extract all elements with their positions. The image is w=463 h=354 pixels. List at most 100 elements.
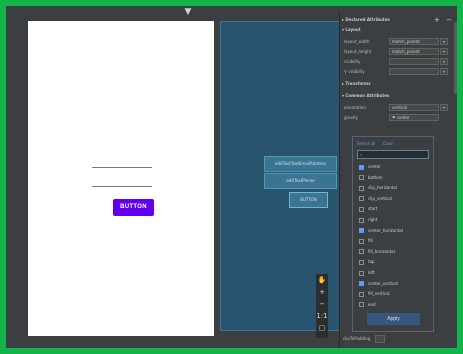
flag-label: center	[368, 164, 381, 169]
layout-width-row: layout_width match_parent ▾	[342, 38, 452, 46]
checkbox-checked-icon[interactable]	[359, 281, 364, 287]
gravity-value: center	[396, 115, 410, 120]
flag-item-left[interactable]: left	[359, 269, 374, 277]
blueprint-button[interactable]: BUTTON	[289, 192, 328, 208]
email-edittext[interactable]	[92, 167, 152, 168]
flag-label: clip_horizontal	[368, 185, 397, 191]
visibility-field[interactable]	[389, 58, 439, 65]
transforms-header[interactable]: ▸ Transforms	[342, 80, 371, 88]
checkbox-icon[interactable]	[359, 259, 364, 265]
common-attributes-header[interactable]: ▾ Common Attributes	[342, 92, 389, 100]
layout-width-field[interactable]: match_parent	[389, 38, 439, 45]
flag-label: start	[368, 206, 378, 212]
checkbox-icon[interactable]	[359, 196, 364, 202]
chevron-down-icon[interactable]: ▾	[440, 58, 448, 65]
fit-icon[interactable]: ▢	[316, 322, 328, 334]
orientation-row: orientation vertical ▾	[342, 104, 452, 112]
flag-label: fill_horizontal	[368, 248, 395, 254]
chevron-down-icon[interactable]: ▾	[440, 48, 448, 55]
checkbox-icon[interactable]	[359, 175, 364, 181]
checkbox-icon[interactable]	[359, 217, 364, 223]
tools-visibility-row: ⚲ visibility ▾	[342, 68, 452, 76]
flag-item-center[interactable]: center	[359, 163, 381, 171]
flag-item-fill-horizontal[interactable]: fill_horizontal	[359, 248, 395, 256]
zoom-toolbar: ✋ + − 1:1 ▢	[316, 274, 328, 338]
flag-item-end[interactable]: end	[359, 301, 376, 309]
flag-item-center-horizontal[interactable]: center_horizontal	[359, 227, 403, 235]
checkbox-icon[interactable]	[359, 185, 364, 191]
clip-to-padding-row: clipToPadding	[343, 335, 386, 343]
flag-item-fill[interactable]: fill	[359, 237, 373, 245]
pin-icon[interactable]: ▼	[178, 6, 198, 18]
gravity-flags-popup: Select all Clear ⌕ center bottom clip_hori…	[352, 136, 434, 332]
apply-button[interactable]: Apply	[367, 313, 420, 325]
flag-item-right[interactable]: right	[359, 216, 377, 224]
remove-icon[interactable]: −	[446, 16, 452, 24]
flag-item-center-vertical[interactable]: center_vertical	[359, 280, 398, 288]
design-surface[interactable]: BUTTON	[28, 21, 214, 336]
gravity-row: gravity ⚑ center	[342, 114, 452, 122]
declared-title: Declared Attributes	[345, 17, 390, 22]
zoom-out-icon[interactable]: −	[316, 298, 328, 310]
transforms-title: Transforms	[345, 81, 371, 86]
attr-key: visibility	[344, 59, 361, 64]
flag-label: center_vertical	[368, 280, 398, 286]
flag-item-top[interactable]: top	[359, 258, 375, 266]
zoom-in-icon[interactable]: +	[316, 286, 328, 298]
checkbox-icon[interactable]	[359, 302, 364, 308]
add-icon[interactable]: +	[434, 16, 440, 24]
design-button[interactable]: BUTTON	[113, 199, 154, 216]
chevron-down-icon[interactable]	[375, 335, 386, 343]
chevron-down-icon[interactable]: ▾	[440, 104, 448, 111]
declared-attributes-header[interactable]: ▸ Declared Attributes	[342, 16, 390, 24]
common-title: Common Attributes	[345, 93, 390, 98]
layout-header[interactable]: ▾ Layout	[342, 26, 361, 34]
flag-label: center_horizontal	[368, 227, 403, 233]
attr-key: layout_width	[344, 39, 370, 44]
checkbox-icon[interactable]	[359, 206, 364, 212]
visibility-row: visibility ▾	[342, 58, 452, 66]
flag-label: end	[368, 301, 376, 307]
checkbox-icon[interactable]	[359, 270, 364, 276]
hand-icon[interactable]: ✋	[316, 274, 328, 286]
flag-item-clip-vertical[interactable]: clip_vertical	[359, 195, 392, 203]
flag-label: right	[368, 217, 378, 222]
tools-visibility-key: ⚲ visibility	[344, 69, 365, 74]
phone-edittext[interactable]	[92, 186, 152, 187]
flag-label: clip_vertical	[368, 195, 392, 201]
checkbox-icon[interactable]	[359, 238, 364, 244]
popup-header: Select all Clear	[357, 141, 399, 146]
blueprint-email-edittext[interactable]: editTextTextEmailAddress	[264, 156, 337, 172]
attr-key: visibility	[348, 69, 365, 74]
layout-height-field[interactable]: match_parent	[389, 48, 439, 55]
flag-item-clip-horizontal[interactable]: clip_horizontal	[359, 184, 397, 192]
attr-key: gravity	[344, 115, 359, 120]
panel-scrollbar[interactable]	[454, 22, 457, 94]
flag-label: fill_vertical	[368, 291, 390, 297]
checkbox-checked-icon[interactable]	[359, 164, 364, 170]
attr-key: orientation	[344, 105, 366, 110]
clear-link[interactable]: Clear	[383, 141, 393, 146]
tools-visibility-field[interactable]	[389, 68, 439, 75]
flag-label: left	[368, 270, 375, 275]
chevron-down-icon[interactable]: ▾	[440, 38, 448, 45]
search-input[interactable]: ⌕	[357, 150, 429, 159]
chevron-down-icon[interactable]: ▾	[440, 68, 448, 75]
checkbox-checked-icon[interactable]	[359, 228, 364, 234]
checkbox-icon[interactable]	[359, 291, 364, 297]
checkbox-icon[interactable]	[359, 249, 364, 255]
flag-item-bottom[interactable]: bottom	[359, 174, 382, 182]
flag-label: bottom	[368, 174, 383, 180]
orientation-field[interactable]: vertical	[389, 104, 439, 111]
flag-label: fill	[368, 238, 373, 244]
ratio-label[interactable]: 1:1	[316, 310, 328, 322]
flag-label: top	[368, 259, 375, 265]
flag-item-fill-vertical[interactable]: fill_vertical	[359, 290, 390, 298]
clip-to-padding-label: clipToPadding	[343, 336, 371, 341]
gravity-field[interactable]: ⚑ center	[389, 114, 439, 121]
flag-item-start[interactable]: start	[359, 205, 377, 213]
blueprint-phone-edittext[interactable]: editTextPhone	[264, 173, 337, 189]
android-studio-layout-editor: ▼ BUTTON editTextTextEmailAddress editTe…	[6, 6, 457, 348]
select-all-link[interactable]: Select all	[357, 141, 375, 146]
layout-height-row: layout_height match_parent ▾	[342, 48, 452, 56]
